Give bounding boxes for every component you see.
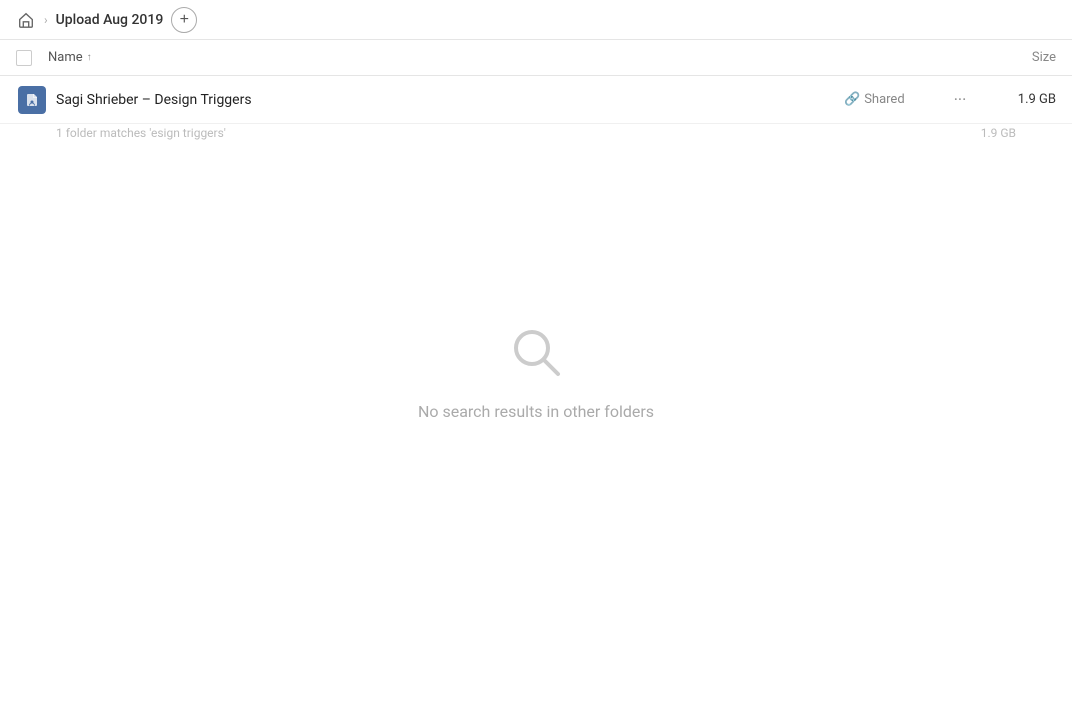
no-results-icon <box>506 322 566 390</box>
matches-row: 1 folder matches 'esign triggers' 1.9 GB <box>0 124 1072 142</box>
sort-arrow-icon: ↑ <box>87 52 92 63</box>
shared-badge: 🔗 Shared <box>844 92 944 107</box>
empty-state: No search results in other folders <box>0 142 1072 421</box>
matches-size: 1.9 GB <box>936 126 1016 140</box>
home-icon[interactable] <box>16 10 36 30</box>
row-checkbox[interactable] <box>16 86 48 114</box>
link-icon: 🔗 <box>844 92 860 107</box>
checkbox[interactable] <box>16 50 32 66</box>
topbar: › Upload Aug 2019 + <box>0 0 1072 40</box>
name-column-header[interactable]: Name ↑ <box>48 50 976 65</box>
more-options-button[interactable]: ··· <box>944 90 976 109</box>
size-column-header: Size <box>976 50 1056 65</box>
table-header: Name ↑ Size <box>0 40 1072 76</box>
breadcrumb-separator: › <box>44 13 48 27</box>
table-row[interactable]: Sagi Shrieber – Design Triggers 🔗 Shared… <box>0 76 1072 124</box>
add-button[interactable]: + <box>171 7 197 33</box>
file-size: 1.9 GB <box>976 92 1056 107</box>
breadcrumb-label: Upload Aug 2019 <box>56 12 164 28</box>
select-all-checkbox[interactable] <box>16 50 48 66</box>
matches-text: 1 folder matches 'esign triggers' <box>56 126 226 140</box>
file-name: Sagi Shrieber – Design Triggers <box>48 92 844 108</box>
file-icon-wrap <box>16 86 48 114</box>
file-icon <box>18 86 46 114</box>
no-results-label: No search results in other folders <box>418 402 654 421</box>
